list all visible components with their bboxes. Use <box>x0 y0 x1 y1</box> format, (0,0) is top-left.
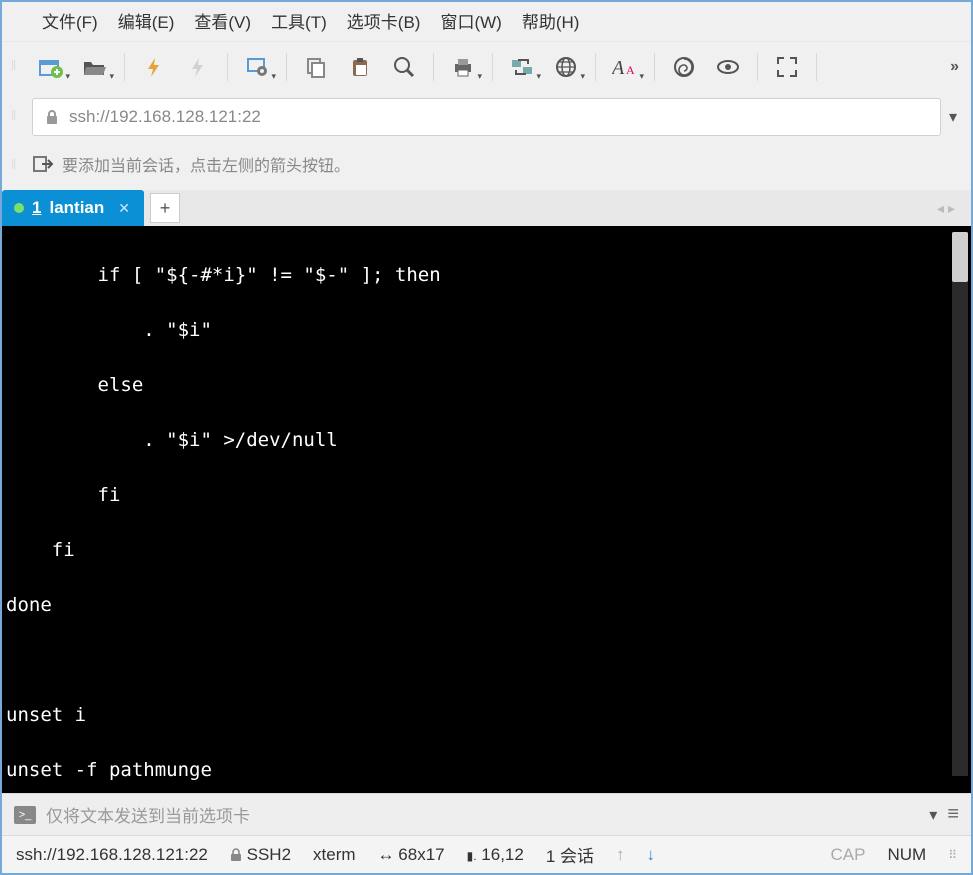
toolbar-separator <box>286 53 287 81</box>
find-button[interactable] <box>387 50 421 84</box>
download-icon[interactable]: ↓ <box>647 845 656 865</box>
menu-edit[interactable]: 编辑(E) <box>118 8 175 33</box>
toolbar-separator <box>492 53 493 81</box>
terminal-line: fi <box>6 484 120 506</box>
menu-file[interactable]: 文件(F) <box>42 8 98 33</box>
add-tab-button[interactable]: + <box>150 193 180 223</box>
eye-icon <box>716 55 740 79</box>
transfer-button[interactable] <box>505 50 539 84</box>
status-capslock: CAP <box>831 845 866 865</box>
toolbar-separator <box>816 53 817 81</box>
toolbar-separator <box>227 53 228 81</box>
prompt-icon: >_ <box>14 806 36 824</box>
address-text: ssh://192.168.128.121:22 <box>69 107 261 127</box>
printer-icon <box>451 56 475 78</box>
tab-number: 1 <box>32 198 41 218</box>
terminal-line: . "$i" <box>6 319 212 341</box>
button-a[interactable] <box>667 50 701 84</box>
status-protocol: SSH2 <box>230 845 291 865</box>
hint-grip[interactable]: ⠿⠿ <box>11 162 17 170</box>
reconnect-button[interactable] <box>137 50 171 84</box>
folder-open-icon <box>82 56 108 78</box>
terminal-line: . "$i" >/dev/null <box>6 429 338 451</box>
resize-grip-icon[interactable]: ⠿ <box>948 851 957 859</box>
lightning-icon <box>142 56 166 78</box>
terminal-pane[interactable]: if [ "${-#*i}" != "$-" ]; then . "$i" el… <box>2 226 971 793</box>
tab-prev-icon[interactable]: ◂ <box>937 200 944 217</box>
lock-icon <box>230 848 242 862</box>
hint-text: 要添加当前会话，点击左侧的箭头按钮。 <box>62 152 350 176</box>
swirl-icon <box>672 55 696 79</box>
command-input-bar: >_ 仅将文本发送到当前选项卡 ▾ ≡ <box>2 793 971 835</box>
disconnect-button[interactable] <box>181 50 215 84</box>
transfer-icon <box>510 56 534 78</box>
globe-button[interactable] <box>549 50 583 84</box>
add-session-arrow-icon[interactable] <box>32 154 54 174</box>
copy-icon <box>305 56 327 78</box>
lock-icon <box>45 109 59 125</box>
toolbar-separator <box>595 53 596 81</box>
tab-close-icon[interactable]: ✕ <box>118 200 130 217</box>
status-bar: ssh://192.168.128.121:22 SSH2 xterm ↔ 68… <box>2 835 971 873</box>
command-input[interactable]: 仅将文本发送到当前选项卡 <box>46 802 919 827</box>
toolbar-grip[interactable]: ⠿⠿ <box>11 63 17 71</box>
terminal-scrollbar[interactable] <box>952 232 968 776</box>
terminal-line: else <box>6 374 143 396</box>
status-position: ▮. 16,12 <box>467 845 524 865</box>
input-dropdown-icon[interactable]: ▾ <box>929 805 937 825</box>
globe-icon <box>554 55 578 79</box>
toolbar-separator <box>433 53 434 81</box>
terminal-line: fi <box>6 539 75 561</box>
address-bar[interactable]: ssh://192.168.128.121:22 <box>32 98 941 136</box>
print-button[interactable] <box>446 50 480 84</box>
terminal-line: if [ "${-#*i}" != "$-" ]; then <box>6 264 441 286</box>
paste-button[interactable] <box>343 50 377 84</box>
search-icon <box>392 55 416 79</box>
menu-view[interactable]: 查看(V) <box>194 8 251 33</box>
terminal-line: unset -f pathmunge <box>6 759 212 781</box>
terminal-line: done <box>6 594 52 616</box>
copy-button[interactable] <box>299 50 333 84</box>
status-sessions: 1 会话 <box>546 842 594 867</box>
upload-icon[interactable]: ↑ <box>616 845 625 865</box>
paste-icon <box>349 56 371 78</box>
connection-status-icon <box>14 203 24 213</box>
session-tab-1[interactable]: 1 lantian ✕ <box>2 190 144 226</box>
font-icon: AA <box>612 56 638 78</box>
main-toolbar: AA <box>28 44 944 90</box>
settings-button[interactable] <box>240 50 274 84</box>
menu-window[interactable]: 窗口(W) <box>440 8 501 33</box>
svg-text:A: A <box>612 57 625 78</box>
status-termtype: xterm <box>313 845 356 865</box>
menu-tabs[interactable]: 选项卡(B) <box>347 8 421 33</box>
scrollbar-thumb[interactable] <box>952 232 968 282</box>
tab-next-icon[interactable]: ▸ <box>948 200 955 217</box>
menu-bar: 文件(F) 编辑(E) 查看(V) 工具(T) 选项卡(B) 窗口(W) 帮助(… <box>2 2 971 41</box>
menu-help[interactable]: 帮助(H) <box>522 8 580 33</box>
status-size: ↔ 68x17 <box>378 845 445 865</box>
gear-screen-icon <box>245 55 269 79</box>
fullscreen-button[interactable] <box>770 50 804 84</box>
button-b[interactable] <box>711 50 745 84</box>
lightning-off-icon <box>186 56 210 78</box>
address-dropdown-icon[interactable]: ▾ <box>949 107 957 127</box>
new-session-button[interactable] <box>34 50 68 84</box>
toolbar-separator <box>757 53 758 81</box>
new-tab-icon <box>38 56 64 78</box>
toolbar-separator <box>124 53 125 81</box>
fullscreen-icon <box>776 56 798 78</box>
address-grip[interactable]: ⠿⠿ <box>11 113 17 121</box>
status-connection: ssh://192.168.128.121:22 <box>16 845 208 865</box>
terminal-line: unset i <box>6 704 86 726</box>
status-numlock: NUM <box>887 845 926 865</box>
font-button[interactable]: AA <box>608 50 642 84</box>
menu-tools[interactable]: 工具(T) <box>271 8 327 33</box>
input-menu-icon[interactable]: ≡ <box>947 803 959 826</box>
tabs-bar: 1 lantian ✕ + ◂ ▸ <box>2 190 971 226</box>
svg-text:A: A <box>626 63 635 77</box>
open-folder-button[interactable] <box>78 50 112 84</box>
toolbar-separator <box>654 53 655 81</box>
toolbar-overflow-button[interactable]: » <box>944 58 965 76</box>
tab-title: lantian <box>49 198 104 218</box>
